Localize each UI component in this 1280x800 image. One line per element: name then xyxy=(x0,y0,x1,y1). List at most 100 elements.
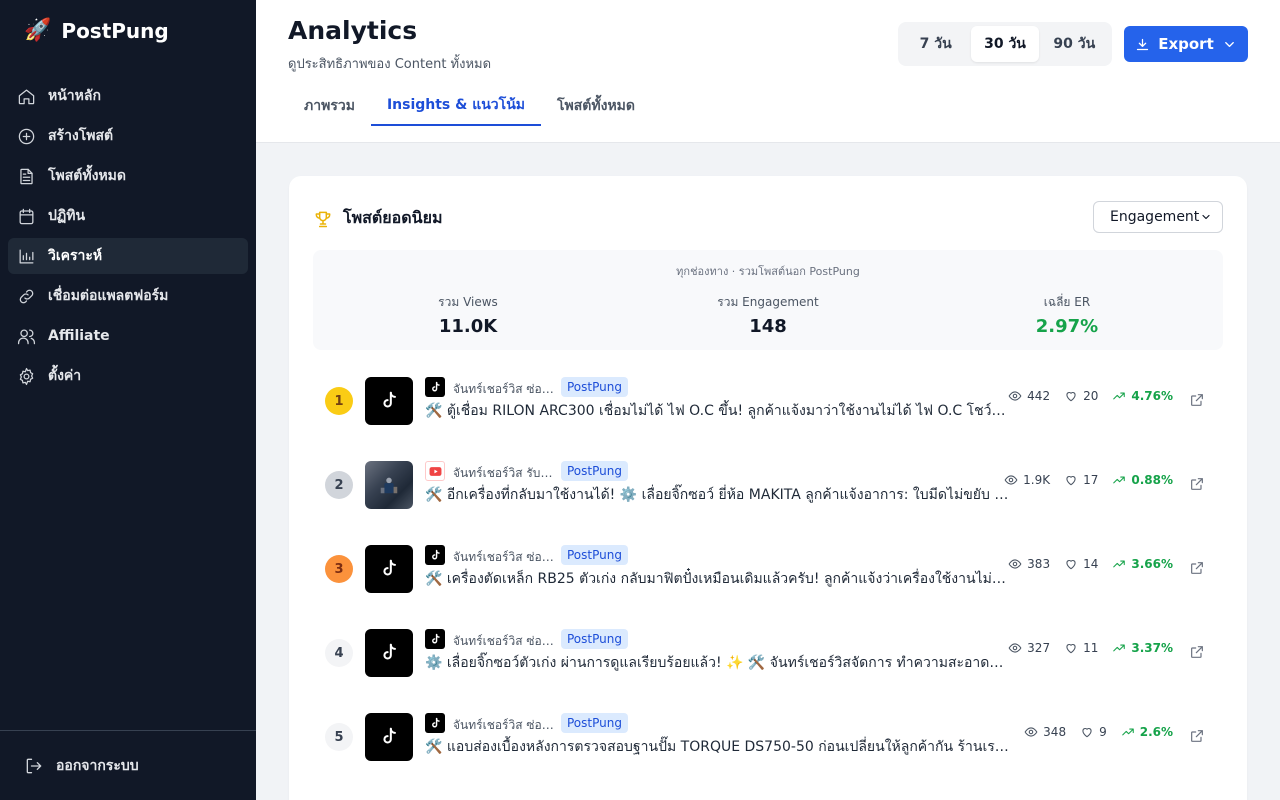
rocket-icon: 🚀 xyxy=(24,18,52,43)
post-row[interactable]: 5 จันทร์เชอร์วิส ซ่อม... PostPung 🛠️ แอบ… xyxy=(313,695,1223,779)
external-link-icon[interactable] xyxy=(1189,728,1205,744)
views-metric: 327 xyxy=(1008,641,1050,655)
sidebar-item-label: ปฏิทิน xyxy=(48,208,86,224)
stat-total-engagement: รวม Engagement 148 xyxy=(618,293,918,337)
views-metric: 383 xyxy=(1008,557,1050,571)
eye-icon xyxy=(1008,391,1022,401)
heart-icon xyxy=(1082,728,1092,738)
sidebar-item-label: ตั้งค่า xyxy=(48,368,82,384)
sidebar-item-all-posts[interactable]: โพสต์ทั้งหมด xyxy=(8,158,248,194)
document-icon xyxy=(16,166,36,186)
likes-value: 11 xyxy=(1083,641,1099,655)
external-link-icon[interactable] xyxy=(1189,392,1205,408)
source-badge: PostPung xyxy=(561,629,628,649)
stat-label: รวม Views xyxy=(438,295,498,309)
stat-value: 11.0K xyxy=(438,316,498,337)
sidebar-nav: หน้าหลัก สร้างโพสต์ โพสต์ทั้งหมด ปฏิทิน … xyxy=(8,78,248,398)
post-caption: 🛠️ แอบส่องเบื้องหลังการตรวจสอบฐานปั๊ม TO… xyxy=(425,739,1009,755)
tiktok-icon xyxy=(383,559,396,576)
trending-up-icon xyxy=(1113,476,1126,484)
post-row[interactable]: 2 จันทร์เชอร์วิส รับซ่... PostPung 🛠️ อี… xyxy=(313,443,1223,527)
post-caption: 🛠️ อีกเครื่องที่กลับมาใช้งานได้! ⚙️ เลื่… xyxy=(425,487,1009,503)
card-title-text: โพสต์ยอดนิยม xyxy=(343,208,443,227)
heart-icon xyxy=(1066,644,1076,654)
sidebar-item-settings[interactable]: ตั้งค่า xyxy=(8,358,248,394)
post-caption: 🛠️ เครื่องตัดเหล็ก RB25 ตัวเก่ง กลับมาฟิ… xyxy=(425,571,1009,587)
export-button[interactable]: Export xyxy=(1124,26,1248,62)
tab-all-posts[interactable]: โพสต์ทั้งหมด xyxy=(541,86,651,126)
post-author: จันทร์เชอร์วิส ซ่อม... xyxy=(453,634,557,648)
sidebar-item-analytics[interactable]: วิเคราะห์ xyxy=(8,238,248,274)
tab-overview[interactable]: ภาพรวม xyxy=(288,86,371,126)
brand-logo[interactable]: 🚀 PostPung xyxy=(24,18,169,43)
er-value: 4.76% xyxy=(1131,389,1173,403)
logout-icon xyxy=(26,758,42,774)
logout-button[interactable]: ออกจากระบบ xyxy=(24,755,139,777)
date-range-selector: 7 วัน 30 วัน 90 วัน xyxy=(898,22,1112,66)
tiktok-icon xyxy=(383,391,396,408)
post-metrics: 442 20 4.76% xyxy=(1008,389,1173,403)
sidebar-item-affiliate[interactable]: Affiliate xyxy=(8,318,248,354)
eye-icon xyxy=(1004,475,1018,485)
post-row[interactable]: 1 จันทร์เชอร์วิส ซ่อม... PostPung 🛠️ ตู้… xyxy=(313,359,1223,443)
tiktok-icon xyxy=(383,727,396,744)
brand-name: PostPung xyxy=(61,18,169,43)
sidebar-item-calendar[interactable]: ปฏิทิน xyxy=(8,198,248,234)
external-link-icon[interactable] xyxy=(1189,476,1205,492)
source-badge: PostPung xyxy=(561,461,628,481)
source-badge: PostPung xyxy=(561,545,628,565)
photo-thumbnail-icon xyxy=(380,477,398,494)
post-row[interactable]: 4 จันทร์เชอร์วิส ซ่อม... PostPung ⚙️ เลื… xyxy=(313,611,1223,695)
range-30-days-button[interactable]: 30 วัน xyxy=(971,26,1039,62)
trending-up-icon xyxy=(1121,728,1134,736)
views-metric: 442 xyxy=(1008,389,1050,403)
post-metrics: 1.9K 17 0.88% xyxy=(1004,473,1173,487)
sidebar-item-label: โพสต์ทั้งหมด xyxy=(48,168,126,184)
post-author: จันทร์เชอร์วิส ซ่อม... xyxy=(453,382,557,396)
external-link-icon[interactable] xyxy=(1189,560,1205,576)
er-metric: 3.66% xyxy=(1112,557,1173,571)
stat-value: 2.97% xyxy=(1035,316,1099,337)
likes-metric: 11 xyxy=(1064,641,1098,655)
sidebar-item-connect-platforms[interactable]: เชื่อมต่อแพลตฟอร์ม xyxy=(8,278,248,314)
likes-value: 9 xyxy=(1099,725,1107,739)
trending-up-icon xyxy=(1113,392,1126,400)
page-subtitle: ดูประสิทธิภาพของ Content ทั้งหมด xyxy=(288,57,492,72)
tab-insights-trends[interactable]: Insights & แนวโน้ม xyxy=(370,86,541,126)
post-thumbnail[interactable] xyxy=(365,713,413,761)
download-icon xyxy=(1137,38,1149,50)
sidebar-item-create-post[interactable]: สร้างโพสต์ xyxy=(8,118,248,154)
sort-metric-select[interactable]: Engagement xyxy=(1093,201,1223,233)
post-thumbnail[interactable] xyxy=(365,461,413,509)
sidebar-item-label: วิเคราะห์ xyxy=(48,248,103,264)
range-7-days-button[interactable]: 7 วัน xyxy=(902,26,969,62)
post-author: จันทร์เชอร์วิส ซ่อม... xyxy=(453,718,557,732)
tiktok-icon xyxy=(425,629,445,649)
stat-label: เฉลี่ย ER xyxy=(1043,295,1091,309)
sidebar-item-label: Affiliate xyxy=(48,328,110,344)
external-link-icon[interactable] xyxy=(1189,644,1205,660)
stat-label: รวม Engagement xyxy=(717,295,819,309)
range-90-days-button[interactable]: 90 วัน xyxy=(1041,26,1108,62)
trending-up-icon xyxy=(1113,560,1126,568)
rank-badge: 5 xyxy=(325,723,353,751)
post-row[interactable]: 3 จันทร์เชอร์วิส ซ่อม... PostPung 🛠️ เคร… xyxy=(313,527,1223,611)
tiktok-icon xyxy=(425,545,445,565)
youtube-icon xyxy=(425,461,445,481)
trending-up-icon xyxy=(1113,644,1126,652)
chevron-down-icon xyxy=(1224,41,1234,47)
post-caption: 🛠️ ตู้เชื่อม RILON ARC300 เชื่อมไม่ได้ ไ… xyxy=(425,403,1009,419)
eye-icon xyxy=(1024,727,1038,737)
post-thumbnail[interactable] xyxy=(365,545,413,593)
post-metrics: 383 14 3.66% xyxy=(1008,557,1173,571)
summary-caption: ทุกช่องทาง · รวมโพสต์นอก PostPung xyxy=(676,265,860,278)
post-thumbnail[interactable] xyxy=(365,629,413,677)
likes-metric: 14 xyxy=(1064,557,1098,571)
sidebar-item-home[interactable]: หน้าหลัก xyxy=(8,78,248,114)
likes-metric: 9 xyxy=(1080,725,1107,739)
post-thumbnail[interactable] xyxy=(365,377,413,425)
er-metric: 2.6% xyxy=(1121,725,1173,739)
er-value: 0.88% xyxy=(1131,473,1173,487)
views-metric: 1.9K xyxy=(1004,473,1050,487)
page-title: Analytics xyxy=(288,16,418,45)
